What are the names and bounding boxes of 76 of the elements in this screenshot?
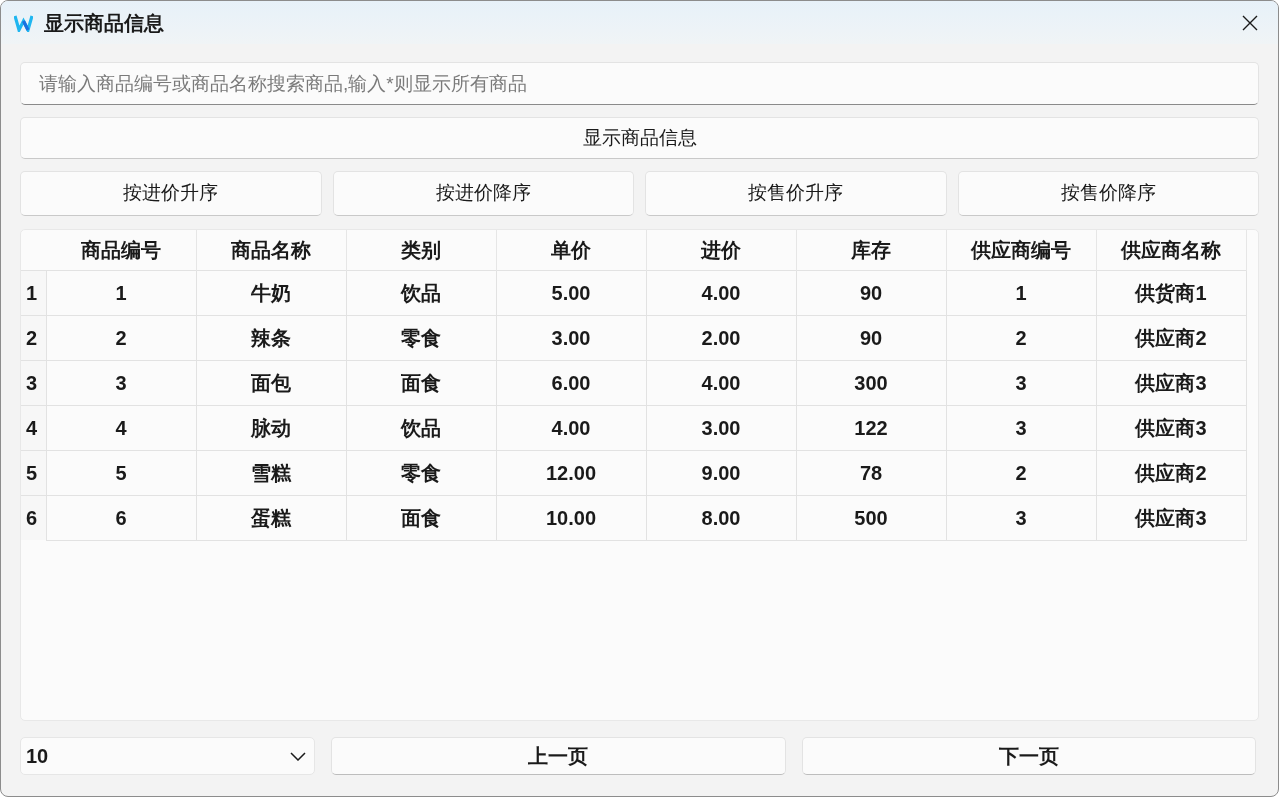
row-header[interactable]: 2 bbox=[21, 315, 46, 360]
table-cell: 6.00 bbox=[496, 360, 646, 405]
table-cell: 1 bbox=[946, 270, 1096, 315]
table-cell: 500 bbox=[796, 495, 946, 540]
table-cell: 3 bbox=[946, 360, 1096, 405]
table-cell: 饮品 bbox=[346, 405, 496, 450]
row-header[interactable]: 1 bbox=[21, 270, 46, 315]
table-cell: 300 bbox=[796, 360, 946, 405]
table-cell: 面食 bbox=[346, 495, 496, 540]
table-cell: 辣条 bbox=[196, 315, 346, 360]
table-cell: 4 bbox=[46, 405, 196, 450]
table-cell: 供应商2 bbox=[1096, 315, 1246, 360]
column-header[interactable]: 供应商名称 bbox=[1096, 230, 1246, 270]
table-cell: 6 bbox=[46, 495, 196, 540]
table-cell: 122 bbox=[796, 405, 946, 450]
table-cell: 1 bbox=[46, 270, 196, 315]
table-cell: 供应商3 bbox=[1096, 405, 1246, 450]
column-header[interactable]: 供应商编号 bbox=[946, 230, 1096, 270]
table-cell: 90 bbox=[796, 270, 946, 315]
table-cell: 3.00 bbox=[646, 405, 796, 450]
table-cell: 供应商3 bbox=[1096, 495, 1246, 540]
table-cell: 供货商1 bbox=[1096, 270, 1246, 315]
row-header[interactable]: 6 bbox=[21, 495, 46, 540]
app-logo-icon bbox=[14, 13, 33, 32]
row-header[interactable]: 3 bbox=[21, 360, 46, 405]
close-icon bbox=[1242, 14, 1258, 31]
table-cell: 5.00 bbox=[496, 270, 646, 315]
table-cell: 9.00 bbox=[646, 450, 796, 495]
table-cell: 8.00 bbox=[646, 495, 796, 540]
sort-button[interactable]: 按售价降序 bbox=[957, 171, 1259, 216]
table-cell: 零食 bbox=[346, 315, 496, 360]
table-cell: 牛奶 bbox=[196, 270, 346, 315]
page-size-value: 10 bbox=[26, 744, 49, 769]
table-cell: 90 bbox=[796, 315, 946, 360]
table-cell: 供应商3 bbox=[1096, 360, 1246, 405]
table-cell: 面包 bbox=[196, 360, 346, 405]
table-cell: 面食 bbox=[346, 360, 496, 405]
table-cell: 3.00 bbox=[496, 315, 646, 360]
table-cell: 2 bbox=[46, 315, 196, 360]
table-cell: 2 bbox=[946, 315, 1096, 360]
search-field[interactable]: 请输入商品编号或商品名称搜索商品,输入*则显示所有商品 bbox=[20, 62, 1259, 105]
table-cell: 4.00 bbox=[646, 360, 796, 405]
sort-button[interactable]: 按进价升序 bbox=[20, 171, 322, 216]
column-header[interactable]: 商品名称 bbox=[196, 230, 346, 270]
row-header[interactable]: 5 bbox=[21, 450, 46, 495]
table-cell: 脉动 bbox=[196, 405, 346, 450]
table-cell: 蛋糕 bbox=[196, 495, 346, 540]
sort-button[interactable]: 按进价降序 bbox=[332, 171, 634, 216]
table-cell: 4.00 bbox=[496, 405, 646, 450]
table-cell: 10.00 bbox=[496, 495, 646, 540]
table-cell: 4.00 bbox=[646, 270, 796, 315]
show-products-button[interactable]: 显示商品信息 bbox=[20, 117, 1259, 159]
table-cell: 2 bbox=[946, 450, 1096, 495]
table-cell: 3 bbox=[946, 405, 1096, 450]
table-cell: 12.00 bbox=[496, 450, 646, 495]
row-header[interactable]: 4 bbox=[21, 405, 46, 450]
sort-button[interactable]: 按售价升序 bbox=[645, 171, 947, 216]
table-cell: 3 bbox=[46, 360, 196, 405]
table-cell: 零食 bbox=[346, 450, 496, 495]
table-cell: 78 bbox=[796, 450, 946, 495]
table-cell: 饮品 bbox=[346, 270, 496, 315]
table-cell: 5 bbox=[46, 450, 196, 495]
column-header[interactable]: 库存 bbox=[796, 230, 946, 270]
column-header[interactable]: 商品编号 bbox=[46, 230, 196, 270]
column-header[interactable]: 进价 bbox=[646, 230, 796, 270]
table-cell: 2.00 bbox=[646, 315, 796, 360]
column-header[interactable]: 单价 bbox=[496, 230, 646, 270]
page-button[interactable]: 下一页 bbox=[801, 737, 1256, 775]
table-cell: 雪糕 bbox=[196, 450, 346, 495]
table-cell: 供应商2 bbox=[1096, 450, 1246, 495]
window-title: 显示商品信息 bbox=[44, 12, 164, 33]
chevron-down-icon bbox=[290, 751, 306, 761]
page-size-dropdown[interactable]: 10 bbox=[20, 737, 315, 775]
page-button[interactable]: 上一页 bbox=[331, 737, 786, 775]
column-header[interactable]: 类别 bbox=[346, 230, 496, 270]
table-cell: 3 bbox=[946, 495, 1096, 540]
